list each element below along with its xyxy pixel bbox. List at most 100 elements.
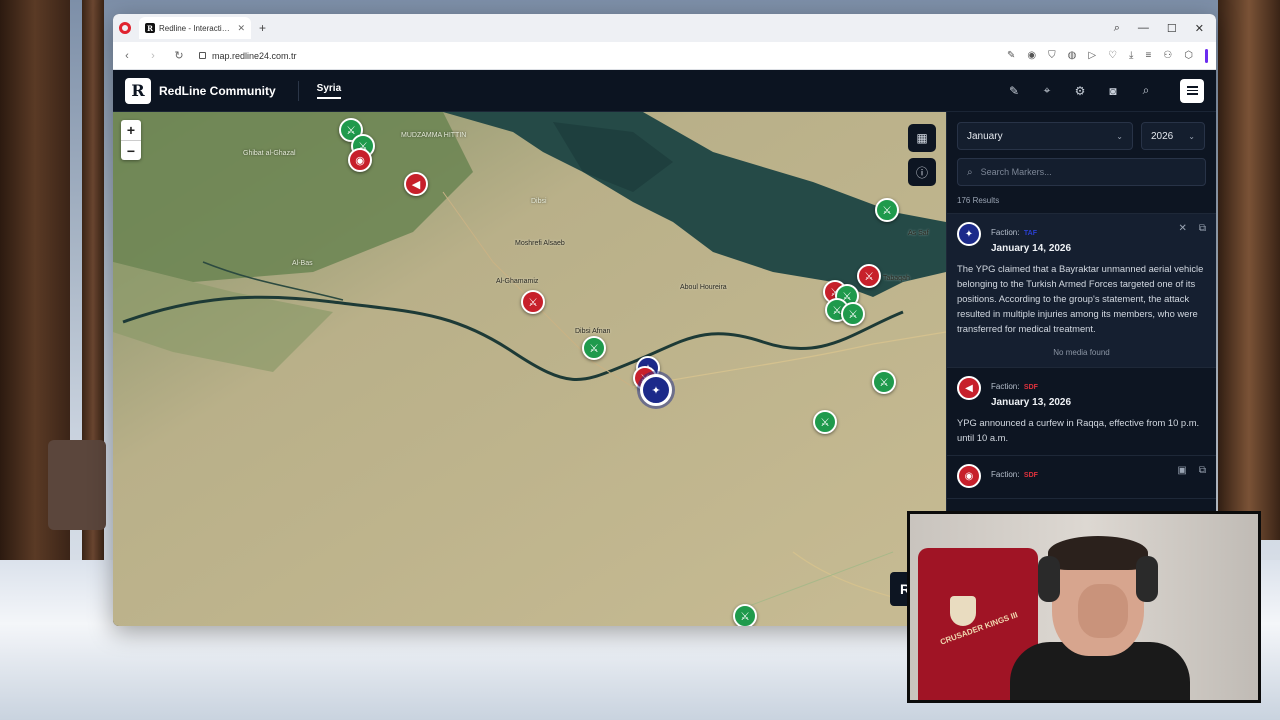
train-illustration — [48, 440, 106, 530]
month-select[interactable]: January ⌄ — [957, 122, 1133, 150]
map-view[interactable]: + − ▦ ⓘ Dibsi Moshrefi Alsaeb Al-Ghamami… — [113, 112, 946, 626]
faction-label: Faction: — [991, 228, 1020, 237]
edit-icon[interactable]: ✎ — [1007, 50, 1015, 61]
reload-icon[interactable]: ↻ — [173, 49, 185, 62]
url-text[interactable]: map.redline24.com.tr — [212, 51, 297, 61]
sidebar-indicator — [1205, 48, 1208, 63]
event-card[interactable]: ◀ Faction: SDF January 13, 2026 YPG anno… — [947, 368, 1216, 456]
app-logo[interactable]: R — [125, 77, 151, 104]
month-value: January — [967, 130, 1003, 142]
year-value: 2026 — [1151, 130, 1174, 142]
event-card[interactable]: ✦ Faction: TAF January 14, 2026 ✕ ⧉ The … — [947, 214, 1216, 368]
play-icon[interactable]: ▷ — [1088, 50, 1096, 61]
year-select[interactable]: 2026 ⌄ — [1141, 122, 1205, 150]
map-marker-attack[interactable]: ⚔ — [872, 370, 896, 394]
card-actions: ✕ ⧉ — [1178, 223, 1206, 234]
map-label: Aboul Houreira — [680, 284, 727, 291]
new-tab-icon[interactable]: + — [259, 21, 266, 35]
app-header: R RedLine Community Syria ✎ ⌖ ⚙ ◙ ⌕ — [113, 70, 1216, 112]
map-layers-icon[interactable]: ▦ — [908, 124, 936, 152]
browser-tab[interactable]: R Redline - Interactive Strat ✕ — [139, 17, 251, 39]
event-description: The YPG claimed that a Bayraktar unmanne… — [957, 263, 1204, 334]
map-label: Al-Ghamamiz — [496, 278, 539, 285]
faction-label: Faction: — [991, 382, 1020, 391]
faction-value: SDF — [1023, 472, 1038, 479]
camera-icon[interactable]: ◙ — [1106, 84, 1120, 98]
vpn-icon[interactable]: ◍ — [1068, 50, 1077, 61]
results-count: 176 Results — [947, 186, 1216, 214]
location-pin-icon[interactable]: ⌖ — [1040, 83, 1054, 98]
forward-icon[interactable]: › — [147, 50, 159, 62]
event-card[interactable]: ◉ Faction: SDF ▣ ⧉ — [947, 456, 1216, 499]
marker-search[interactable]: ⌕ — [957, 158, 1206, 186]
map-label: Tabaqah — [883, 275, 910, 282]
pen-icon[interactable]: ✎ — [1007, 84, 1021, 98]
external-link-icon[interactable]: ⧉ — [1199, 465, 1206, 476]
map-marker-attack[interactable]: ⚔ — [582, 336, 606, 360]
opera-logo-icon[interactable] — [119, 22, 131, 34]
event-icon: ◉ — [957, 464, 981, 488]
drone-icon: ✦ — [957, 222, 981, 246]
download-icon[interactable]: ⤓ — [1129, 50, 1133, 61]
media-icon[interactable]: ▣ — [1177, 465, 1186, 476]
map-marker-announcement[interactable]: ◀ — [404, 172, 428, 196]
tab-close-icon[interactable]: ✕ — [237, 23, 245, 34]
close-icon[interactable]: ✕ — [1178, 223, 1186, 234]
address-bar[interactable]: map.redline24.com.tr — [199, 51, 993, 61]
tab-favicon-icon: R — [145, 23, 155, 33]
back-icon[interactable]: ‹ — [121, 50, 133, 62]
filter-row: January ⌄ 2026 ⌄ — [947, 112, 1216, 150]
heart-icon[interactable]: ♡ — [1108, 50, 1117, 61]
close-window-icon[interactable]: ✕ — [1195, 22, 1204, 35]
tab-bar: R Redline - Interactive Strat ✕ + ⌕ — ☐ … — [113, 14, 1216, 42]
map-marker-attack[interactable]: ⚔ — [813, 410, 837, 434]
map-label: MUDZAMMA HITTIN — [401, 132, 467, 139]
map-marker-attack[interactable]: ⚔ — [733, 604, 757, 626]
minimize-icon[interactable]: — — [1138, 22, 1149, 34]
map-marker-attack[interactable]: ⚔ — [841, 302, 865, 326]
map-marker-attack[interactable]: ⚔ — [521, 290, 545, 314]
extension-icons: ✎ ◉ ⛉ ◍ ▷ ♡ ⤓ ≡ ⚇ ⬡ — [1007, 48, 1208, 63]
account-icon[interactable]: ⚇ — [1163, 50, 1172, 61]
info-icon[interactable]: ⓘ — [908, 158, 936, 186]
event-date: January 13, 2026 — [991, 397, 1072, 408]
app-title[interactable]: RedLine Community — [159, 84, 276, 98]
map-label: As Saf — [908, 230, 929, 237]
gear-icon[interactable]: ⚙ — [1073, 84, 1087, 98]
header-divider — [297, 80, 299, 101]
chair-logo — [950, 596, 976, 626]
search-input[interactable] — [980, 167, 1181, 177]
map-label: Moshrefi Alsaeb — [515, 240, 565, 247]
header-toolbar: ✎ ⌖ ⚙ ◙ ⌕ — [1007, 78, 1204, 103]
menu-icon[interactable] — [1180, 78, 1204, 103]
lock-icon — [199, 52, 206, 59]
map-marker-drone[interactable]: ◉ — [348, 148, 372, 172]
map-marker-selected[interactable]: ✦ — [640, 374, 672, 406]
external-link-icon[interactable]: ⧉ — [1199, 223, 1206, 234]
address-bar-row: ‹ › ↻ map.redline24.com.tr ✎ ◉ ⛉ ◍ ▷ ♡ ⤓… — [113, 42, 1216, 70]
megaphone-icon: ◀ — [957, 376, 981, 400]
zoom-in-button[interactable]: + — [121, 120, 141, 140]
search-icon: ⌕ — [967, 166, 973, 178]
tab-title: Redline - Interactive Strat — [159, 23, 233, 33]
list-icon[interactable]: ≡ — [1145, 50, 1151, 61]
faction-value: TAF — [1023, 230, 1038, 237]
map-terrain — [113, 112, 946, 626]
streamer-hand — [1078, 584, 1128, 638]
zoom-out-button[interactable]: − — [121, 140, 141, 160]
chevron-down-icon: ⌄ — [1188, 131, 1195, 141]
tab-syria[interactable]: Syria — [316, 83, 342, 99]
card-actions: ▣ ⧉ — [1177, 465, 1206, 476]
faction-label: Faction: — [991, 470, 1020, 479]
maximize-icon[interactable]: ☐ — [1167, 22, 1177, 35]
map-label: Ghibat al-Ghazal — [243, 150, 296, 157]
map-marker-attack[interactable]: ⚔ — [875, 198, 899, 222]
zoom-control: + − — [121, 120, 141, 160]
map-marker-attack[interactable]: ⚔ — [857, 264, 881, 288]
map-label: Al-Bas — [292, 260, 313, 267]
shield-icon[interactable]: ⛉ — [1048, 50, 1056, 61]
extensions-icon[interactable]: ⬡ — [1184, 50, 1193, 61]
search-icon[interactable]: ⌕ — [1139, 83, 1153, 98]
camera-snap-icon[interactable]: ◉ — [1027, 50, 1036, 61]
browser-search-icon[interactable]: ⌕ — [1114, 22, 1120, 35]
